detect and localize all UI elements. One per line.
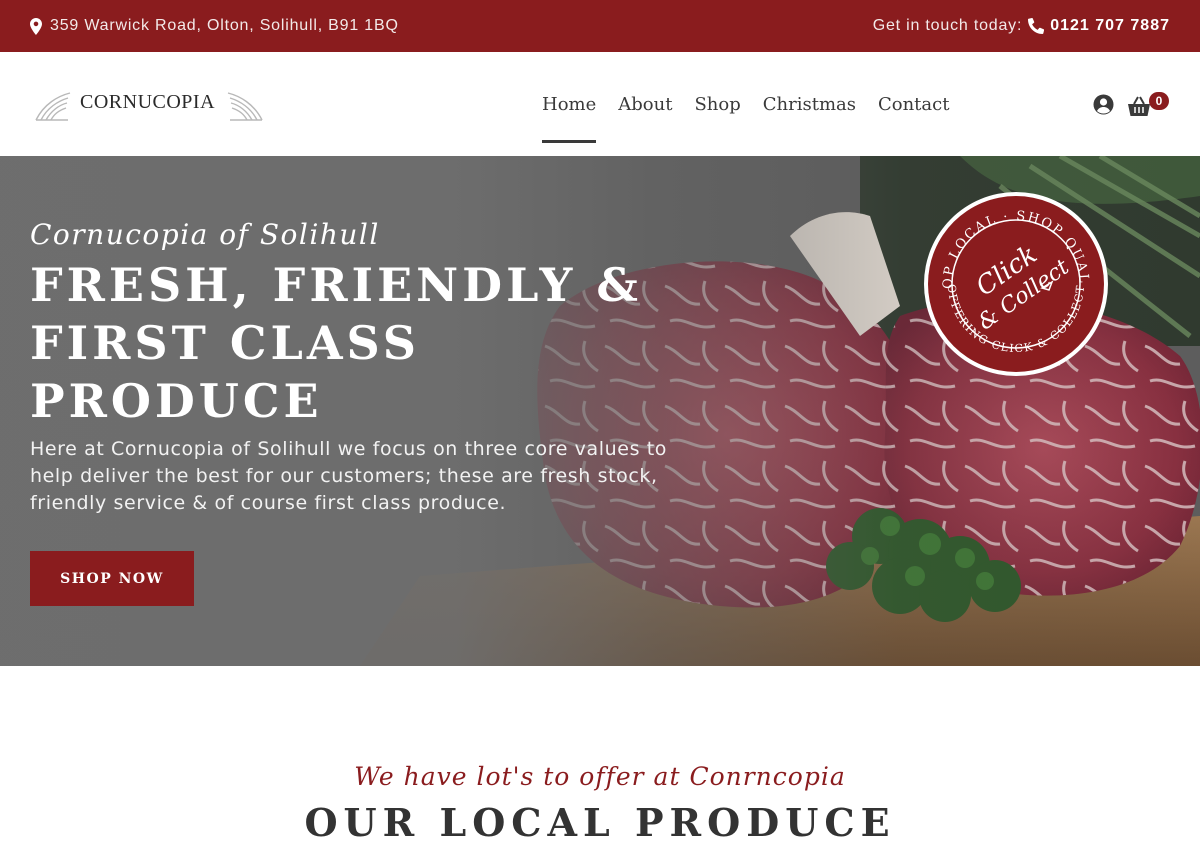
address-block: 359 Warwick Road, Olton, Solihull, B91 1… — [30, 17, 399, 35]
hero-banner: Cornucopia of Solihull FRESH, FRIENDLY &… — [0, 156, 1200, 666]
headline-line: FIRST CLASS — [30, 316, 420, 370]
wing-icon — [227, 92, 263, 121]
site-header: CORNUCOPIA Home About Shop Christmas Con… — [0, 52, 1200, 156]
phone-icon — [1028, 18, 1045, 34]
shop-now-button[interactable]: SHOP NOW — [30, 551, 194, 606]
hero-headline: FRESH, FRIENDLY & FIRST CLASS PRODUCE — [30, 256, 650, 430]
headline-line: FRESH, FRIENDLY & — [30, 258, 642, 312]
cart-count-badge: 0 — [1149, 92, 1169, 110]
contact-block: Get in touch today: 0121 707 7887 — [873, 17, 1170, 35]
wing-icon — [35, 92, 71, 121]
logo-text: CORNUCOPIA — [80, 91, 216, 113]
nav-item-home[interactable]: Home — [542, 86, 597, 143]
nav-item-shop[interactable]: Shop — [694, 86, 740, 123]
nav-item-christmas[interactable]: Christmas — [763, 86, 856, 123]
section-script-heading: We have lot's to offer at Conrncopia — [354, 762, 846, 791]
map-marker-icon — [30, 17, 42, 35]
phone-link[interactable]: 0121 707 7887 — [1050, 17, 1170, 35]
hero-script-title: Cornucopia of Solihull — [30, 218, 380, 251]
cart-button[interactable]: 0 — [1127, 92, 1171, 118]
basket-icon — [1128, 96, 1150, 116]
user-icon[interactable] — [1093, 94, 1114, 120]
main-nav: Home About Shop Christmas Contact — [530, 52, 959, 156]
top-bar: 359 Warwick Road, Olton, Solihull, B91 1… — [0, 0, 1200, 52]
address-text: 359 Warwick Road, Olton, Solihull, B91 1… — [50, 17, 399, 34]
contact-prefix: Get in touch today: — [872, 17, 1023, 34]
click-collect-badge[interactable]: SHOP LOCAL · SHOP QUALITY OFFERING CLICK… — [922, 190, 1110, 378]
hero-intro: Here at Cornucopia of Solihull we focus … — [30, 438, 667, 514]
section-title: OUR LOCAL PRODUCE — [304, 800, 896, 845]
headline-line: PRODUCE — [30, 374, 323, 428]
nav-item-contact[interactable]: Contact — [878, 86, 949, 123]
logo[interactable]: CORNUCOPIA — [32, 86, 268, 126]
nav-item-about[interactable]: About — [618, 86, 672, 123]
